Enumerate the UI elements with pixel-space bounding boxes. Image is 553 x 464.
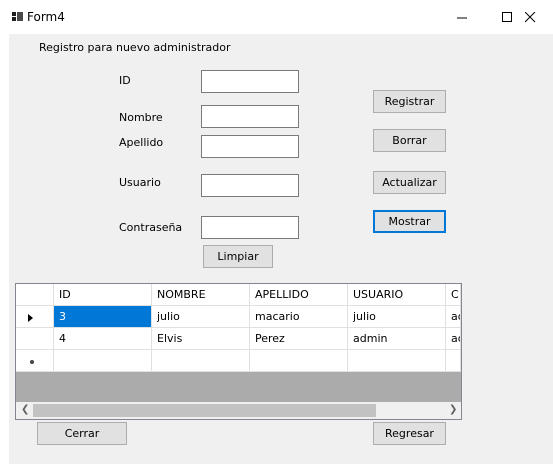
column-header-contrasena[interactable]: C: [446, 284, 461, 306]
window-title: Form4: [27, 10, 65, 24]
close-button[interactable]: [508, 0, 553, 34]
row-header[interactable]: [16, 328, 54, 350]
actualizar-button[interactable]: Actualizar: [373, 171, 446, 194]
form-client-area: Registro para nuevo administrador ID Nom…: [9, 34, 553, 464]
usuario-field[interactable]: [201, 174, 299, 197]
column-header-nombre[interactable]: NOMBRE: [152, 284, 250, 306]
table-cell[interactable]: julio: [152, 306, 250, 328]
scroll-left-icon[interactable]: ❮: [21, 404, 29, 415]
form-heading: Registro para nuevo administrador: [39, 41, 231, 54]
table-cell[interactable]: julio: [348, 306, 446, 328]
id-field[interactable]: [201, 70, 299, 93]
nombre-label: Nombre: [119, 111, 163, 124]
apellido-field[interactable]: [201, 135, 299, 158]
regresar-button[interactable]: Regresar: [373, 422, 446, 445]
table-cell[interactable]: ad: [446, 328, 461, 350]
table-cell[interactable]: 4: [54, 328, 152, 350]
minimize-button[interactable]: [440, 0, 485, 34]
table-cell[interactable]: 3: [54, 306, 152, 328]
title-bar: Form4: [0, 0, 553, 34]
row-header-new[interactable]: [16, 350, 54, 372]
column-header-id[interactable]: ID: [54, 284, 152, 306]
registrar-button[interactable]: Registrar: [373, 90, 446, 113]
contrasena-label: Contraseña: [119, 221, 183, 234]
table-cell[interactable]: Perez: [250, 328, 348, 350]
scrollbar-thumb[interactable]: [33, 404, 376, 417]
borrar-button[interactable]: Borrar: [373, 129, 446, 152]
contrasena-field[interactable]: [201, 216, 299, 239]
minimize-icon: [457, 17, 467, 19]
mostrar-button[interactable]: Mostrar: [373, 210, 446, 233]
table-cell[interactable]: [348, 350, 446, 372]
column-header-apellido[interactable]: APELLIDO: [250, 284, 348, 306]
cerrar-button[interactable]: Cerrar: [37, 422, 127, 445]
table-cell[interactable]: ad: [446, 306, 461, 328]
new-row[interactable]: [16, 350, 461, 372]
table-cell[interactable]: Elvis: [152, 328, 250, 350]
close-icon: [525, 12, 536, 23]
table-cell[interactable]: [54, 350, 152, 372]
admin-data-grid[interactable]: ID NOMBRE APELLIDO USUARIO C 3 julio mac…: [15, 283, 462, 420]
app-icon: [12, 12, 23, 21]
table-row[interactable]: 4 Elvis Perez admin ad: [16, 328, 461, 350]
id-label: ID: [119, 74, 131, 87]
nombre-field[interactable]: [201, 105, 299, 128]
table-cell[interactable]: [446, 350, 461, 372]
grid-corner-header: [16, 284, 54, 306]
table-cell[interactable]: admin: [348, 328, 446, 350]
table-row[interactable]: 3 julio macario julio ad: [16, 306, 461, 328]
apellido-label: Apellido: [119, 136, 164, 149]
table-cell[interactable]: [152, 350, 250, 372]
column-header-usuario[interactable]: USUARIO: [348, 284, 446, 306]
row-header-current[interactable]: [16, 306, 54, 328]
usuario-label: Usuario: [119, 176, 161, 189]
limpiar-button[interactable]: Limpiar: [203, 245, 273, 268]
new-row-asterisk-icon: [30, 360, 34, 364]
current-row-arrow-icon: [28, 314, 33, 322]
table-cell[interactable]: [250, 350, 348, 372]
horizontal-scrollbar[interactable]: ❮ ❯: [16, 402, 461, 419]
scroll-right-icon[interactable]: ❯: [449, 404, 457, 415]
grid-header-row: ID NOMBRE APELLIDO USUARIO C: [16, 284, 461, 306]
table-cell[interactable]: macario: [250, 306, 348, 328]
